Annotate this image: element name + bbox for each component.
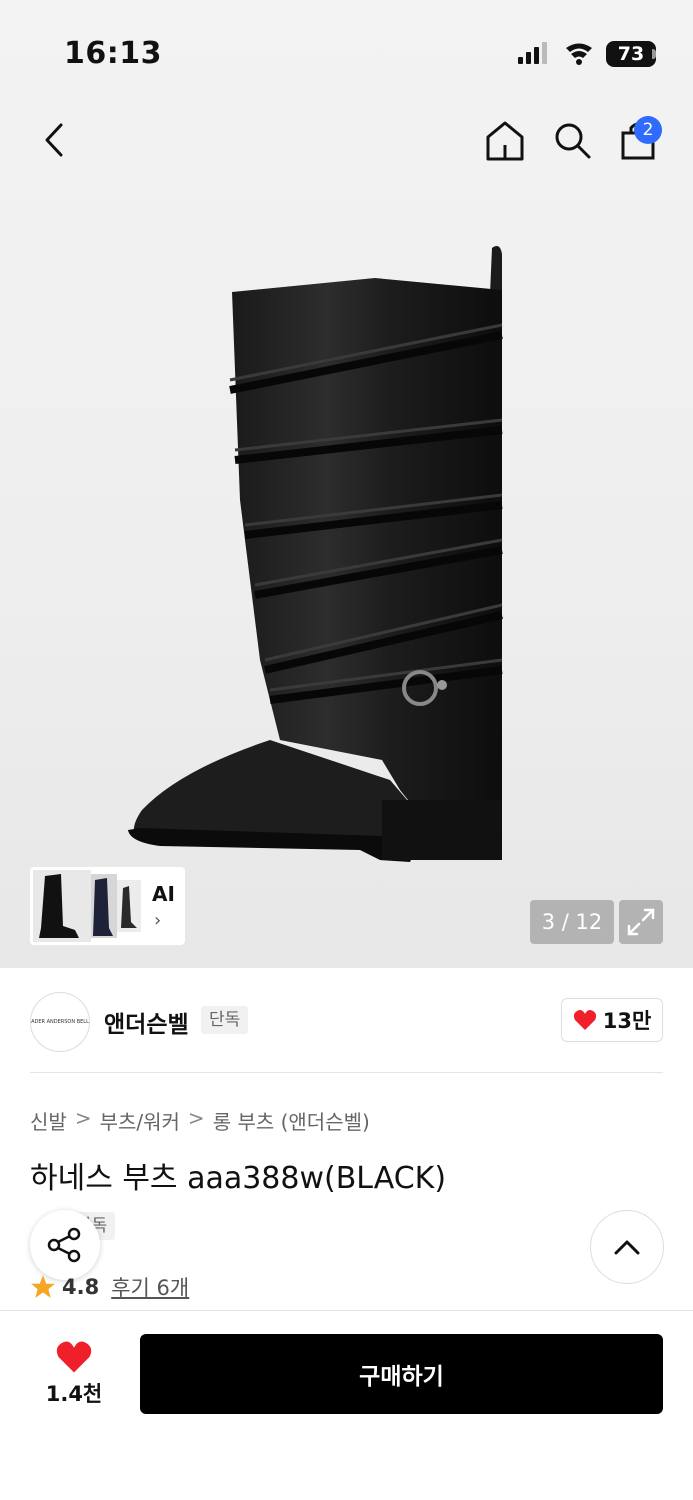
wishlist-count: 1.4천 <box>45 1382 103 1406</box>
page-indicator: 3 / 12 <box>530 900 614 944</box>
chevron-right-icon: › <box>154 910 162 931</box>
chevron-right-icon: > <box>74 1106 92 1130</box>
chevron-up-icon <box>614 1240 640 1255</box>
product-title: 하네스 부츠 aaa388w(BLACK) <box>30 1161 447 1196</box>
star-icon <box>31 1275 55 1298</box>
buy-button[interactable]: 구매하기 <box>140 1334 663 1414</box>
heart-icon <box>573 1010 596 1030</box>
thumbnail-image <box>33 870 141 942</box>
back-icon <box>45 123 63 157</box>
battery-cap <box>652 49 656 59</box>
brand-logo[interactable]: ADER ANDERSON BELL <box>30 992 90 1052</box>
divider <box>30 1072 663 1073</box>
share-button[interactable] <box>30 1210 100 1280</box>
breadcrumb-item[interactable]: 부츠/워커 <box>100 1106 180 1135</box>
brand-like-count: 13만 <box>602 1009 652 1033</box>
rating-value: 4.8 <box>62 1275 100 1299</box>
rating-row: 4.8 후기 6개 <box>30 1272 189 1302</box>
home-button[interactable] <box>483 118 527 162</box>
home-icon <box>486 121 524 161</box>
heart-icon <box>56 1341 92 1373</box>
expand-button[interactable] <box>619 900 663 944</box>
breadcrumb: 신발 > 부츠/워커 > 롱 부츠 (앤더슨벨) <box>30 1106 370 1135</box>
search-icon <box>555 123 591 159</box>
exclusive-tag: 단독 <box>201 1006 249 1034</box>
product-gallery[interactable]: 16:13 73 2 AI › 3 / 12 <box>0 0 693 968</box>
battery-indicator: 73 <box>606 41 656 67</box>
product-image <box>128 246 503 862</box>
brand-like-button[interactable]: 13만 <box>561 998 663 1042</box>
status-icons <box>518 42 592 65</box>
cart-count-badge: 2 <box>634 116 662 144</box>
reviews-link[interactable]: 후기 6개 <box>111 1272 189 1302</box>
breadcrumb-item[interactable]: 신발 <box>30 1106 67 1135</box>
brand-name[interactable]: 앤더슨벨 <box>104 1005 189 1039</box>
share-icon <box>47 1227 81 1263</box>
expand-icon <box>627 908 655 936</box>
scroll-top-button[interactable] <box>590 1210 664 1284</box>
search-button[interactable] <box>550 118 594 162</box>
status-time: 16:13 <box>64 36 162 71</box>
back-button[interactable] <box>36 120 72 160</box>
ai-label: AI <box>152 882 175 906</box>
chevron-right-icon: > <box>187 1106 205 1130</box>
wishlist-button[interactable]: 1.4천 <box>40 1340 108 1408</box>
breadcrumb-item[interactable]: 롱 부츠 (앤더슨벨) <box>213 1106 370 1135</box>
bottom-bar-divider <box>0 1310 693 1311</box>
